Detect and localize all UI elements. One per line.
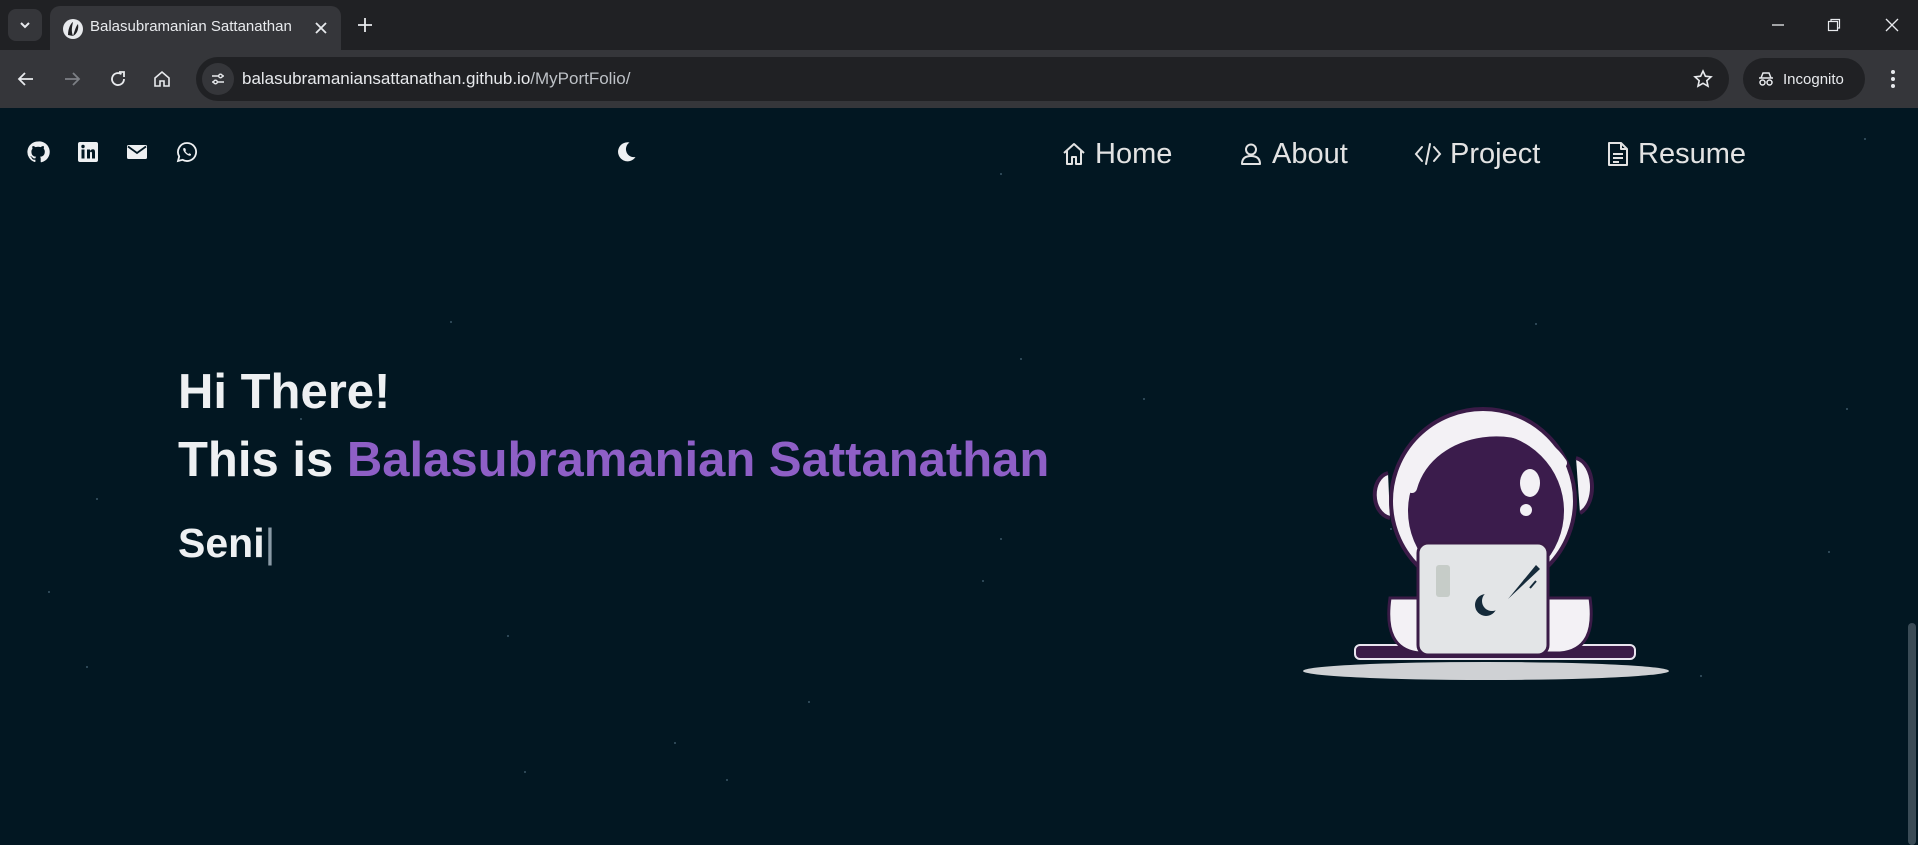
home-browser-icon[interactable] <box>146 63 178 95</box>
star-decoration <box>1864 138 1866 140</box>
incognito-label: Incognito <box>1783 70 1844 88</box>
user-icon <box>1241 143 1261 165</box>
portfolio-page: Home About Project Resume Hi There! This… <box>0 108 1918 845</box>
nav-project[interactable]: Project <box>1414 136 1540 172</box>
scrollbar-thumb[interactable] <box>1908 623 1916 845</box>
star-decoration <box>1828 551 1830 553</box>
tab-title: Balasubramanian Sattanathan <box>90 18 292 35</box>
star-decoration <box>808 701 810 703</box>
star-decoration <box>524 771 526 773</box>
star-decoration <box>96 498 98 500</box>
nav-resume-label: Resume <box>1638 137 1746 170</box>
nav-about[interactable]: About <box>1238 136 1348 172</box>
astronaut-laptop-illustration <box>1303 407 1669 680</box>
reload-icon[interactable] <box>102 63 134 95</box>
star-decoration <box>507 635 509 637</box>
tab-list-button[interactable] <box>8 9 42 41</box>
document-icon <box>1608 142 1628 166</box>
whatsapp-icon[interactable] <box>173 138 201 166</box>
star-decoration <box>86 666 88 668</box>
site-info-icon[interactable] <box>202 63 234 95</box>
favicon-icon <box>63 19 83 39</box>
star-decoration <box>726 779 728 781</box>
star-decoration <box>48 591 50 593</box>
browser-toolbar: balasubramaniansattanathan.github.io/MyP… <box>0 50 1918 108</box>
address-bar[interactable]: balasubramaniansattanathan.github.io/MyP… <box>196 57 1729 101</box>
typewriter-text: Seni| <box>178 520 275 567</box>
new-tab-icon[interactable] <box>352 12 378 38</box>
nav-project-label: Project <box>1450 137 1541 170</box>
hero-name: Balasubramanian Sattanathan <box>346 433 1050 487</box>
hero-greeting: Hi There! <box>178 365 391 419</box>
minimize-icon[interactable] <box>1758 10 1798 40</box>
typed-text: Seni <box>178 520 265 566</box>
nav-home-label: Home <box>1095 137 1173 170</box>
star-decoration <box>674 742 676 744</box>
url-text: balasubramaniansattanathan.github.io/MyP… <box>242 69 630 89</box>
page-scrollbar[interactable] <box>1906 108 1918 845</box>
incognito-badge[interactable]: Incognito <box>1743 58 1865 100</box>
star-decoration <box>1143 398 1145 400</box>
incognito-icon <box>1759 72 1773 86</box>
home-icon <box>1063 143 1085 165</box>
chevron-down-icon <box>20 22 30 29</box>
star-decoration <box>1535 323 1537 325</box>
star-decoration <box>1846 408 1848 410</box>
mail-icon[interactable] <box>123 138 151 166</box>
restore-icon[interactable] <box>1814 10 1854 40</box>
hero-intro: This is Balasubramanian Sattanathan <box>178 432 1049 488</box>
nav-home[interactable]: Home <box>1061 136 1172 172</box>
back-icon[interactable] <box>10 63 42 95</box>
hero-intro-prefix: This is <box>178 433 347 487</box>
typing-cursor: | <box>264 520 276 566</box>
moon-icon[interactable] <box>612 138 640 166</box>
star-decoration <box>1020 358 1022 360</box>
github-icon[interactable] <box>24 138 52 166</box>
star-decoration <box>982 580 984 582</box>
more-menu-icon[interactable] <box>1878 64 1908 94</box>
star-decoration <box>1700 675 1702 677</box>
forward-icon[interactable] <box>56 63 88 95</box>
code-icon <box>1414 143 1442 165</box>
url-host: balasubramaniansattanathan.github.io <box>242 69 531 88</box>
linkedin-icon[interactable] <box>74 138 102 166</box>
browser-tab-bar: Balasubramanian Sattanathan <box>0 0 1918 50</box>
close-tab-icon[interactable] <box>311 18 331 38</box>
nav-resume[interactable]: Resume <box>1606 136 1746 172</box>
close-window-icon[interactable] <box>1872 10 1912 40</box>
bookmark-star-icon[interactable] <box>1691 67 1715 91</box>
star-decoration <box>450 321 452 323</box>
active-tab[interactable]: Balasubramanian Sattanathan <box>50 6 341 50</box>
star-decoration <box>1000 538 1002 540</box>
url-path: /MyPortFolio/ <box>530 69 631 88</box>
star-decoration <box>1000 173 1002 175</box>
nav-about-label: About <box>1272 137 1348 170</box>
